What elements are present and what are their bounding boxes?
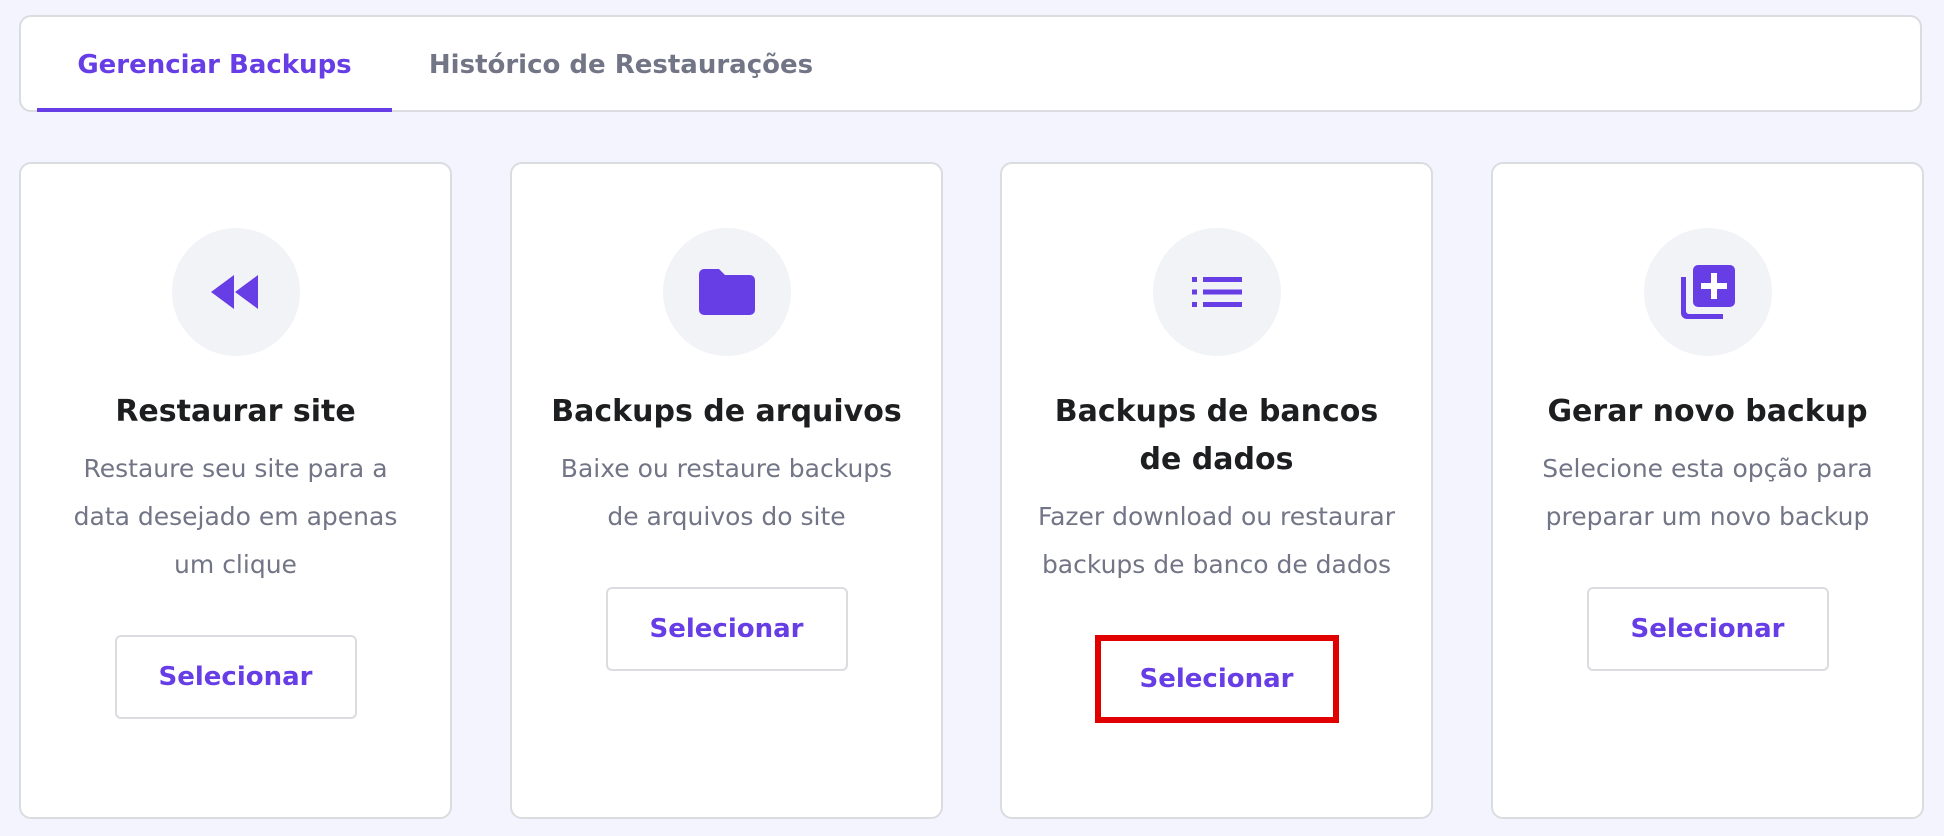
card-title: Backups de bancos de dados <box>1054 394 1379 477</box>
add-to-library-icon <box>1680 265 1735 319</box>
rewind-icon <box>210 275 258 309</box>
card-title: Gerar novo backup <box>1547 394 1868 429</box>
tab-gerenciar-backups[interactable]: Gerenciar Backups <box>37 17 392 112</box>
add-to-library-icon-circle <box>1643 228 1772 356</box>
card-description: Restaure seu site para a data desejado e… <box>73 454 398 579</box>
card-backups-bancos-dados: Backups de bancos de dados Fazer downloa… <box>1000 162 1433 819</box>
select-button-restaurar-site[interactable]: Selecionar <box>114 635 357 719</box>
card-description: Baixe ou restaure backups de arquivos do… <box>560 454 893 531</box>
list-icon-circle <box>1152 228 1281 356</box>
select-button-backups-bancos-dados[interactable]: Selecionar <box>1094 635 1339 723</box>
tabs-bar: Gerenciar Backups Histórico de Restauraç… <box>19 15 1922 112</box>
card-title: Backups de arquivos <box>551 394 902 429</box>
folder-icon <box>698 269 755 315</box>
card-description: Fazer download ou restaurar backups de b… <box>1037 502 1396 579</box>
card-gerar-novo-backup: Gerar novo backup Selecione esta opção p… <box>1491 162 1924 819</box>
card-description: Selecione esta opção para preparar um no… <box>1542 454 1873 531</box>
tab-historico-restauracoes[interactable]: Histórico de Restaurações <box>429 17 813 112</box>
card-backups-arquivos: Backups de arquivos Baixe ou restaure ba… <box>510 162 943 819</box>
card-title: Restaurar site <box>115 394 356 429</box>
folder-icon-circle <box>662 228 791 356</box>
card-restaurar-site: Restaurar site Restaure seu site para a … <box>19 162 452 819</box>
rewind-icon-circle <box>171 228 300 356</box>
list-icon <box>1191 277 1242 307</box>
select-button-gerar-novo-backup[interactable]: Selecionar <box>1586 587 1829 671</box>
select-button-backups-arquivos[interactable]: Selecionar <box>605 587 848 671</box>
